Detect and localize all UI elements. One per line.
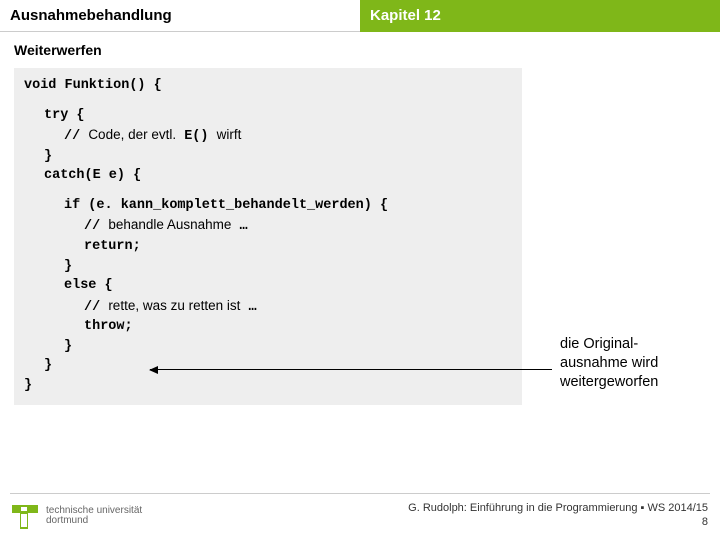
university-name-line: dortmund bbox=[46, 516, 142, 527]
code-fragment: // bbox=[64, 129, 88, 144]
code-line: } bbox=[24, 337, 512, 357]
university-name: technische universität dortmund bbox=[46, 506, 142, 527]
annotation-line: ausnahme wird bbox=[560, 354, 658, 373]
code-line: if (e. kann_komplett_behandelt_werden) { bbox=[24, 196, 512, 216]
annotation-text: die Original- ausnahme wird weitergeworf… bbox=[560, 335, 658, 392]
annotation-line: weitergeworfen bbox=[560, 373, 658, 392]
credit-line: G. Rudolph: Einführung in die Programmie… bbox=[408, 502, 708, 516]
code-line: } bbox=[24, 147, 512, 167]
code-fragment: … bbox=[231, 219, 247, 234]
code-fragment: behandle Ausnahme bbox=[108, 217, 231, 232]
annotation-arrow bbox=[150, 369, 552, 370]
code-fragment: // bbox=[84, 300, 108, 315]
footer-credit: G. Rudolph: Einführung in die Programmie… bbox=[408, 502, 708, 530]
header-right-chapter: Kapitel 12 bbox=[360, 0, 720, 32]
code-line: } bbox=[24, 356, 512, 376]
code-block: void Funktion() { try { // Code, der evt… bbox=[14, 68, 522, 405]
code-fragment: rette, was zu retten ist bbox=[108, 298, 240, 313]
code-line: // rette, was zu retten ist … bbox=[24, 296, 512, 318]
code-line: catch(E e) { bbox=[24, 166, 512, 186]
footer: technische universität dortmund G. Rudol… bbox=[0, 494, 720, 540]
code-fragment: Code, der evtl. bbox=[88, 127, 176, 142]
code-fragment: … bbox=[240, 300, 256, 315]
code-line: return; bbox=[24, 237, 512, 257]
code-line: void Funktion() { bbox=[24, 76, 512, 96]
code-line: } bbox=[24, 257, 512, 277]
tu-logo-icon bbox=[10, 501, 40, 531]
code-fragment: // bbox=[84, 219, 108, 234]
code-line: // Code, der evtl. E() wirft bbox=[24, 125, 512, 147]
university-logo: technische universität dortmund bbox=[10, 501, 142, 531]
code-line: } bbox=[24, 376, 512, 396]
code-fragment: E() bbox=[176, 129, 217, 144]
page-number: 8 bbox=[408, 516, 708, 530]
header-bar: Ausnahmebehandlung Kapitel 12 bbox=[0, 0, 720, 32]
header-left-title: Ausnahmebehandlung bbox=[0, 0, 360, 32]
code-line: // behandle Ausnahme … bbox=[24, 215, 512, 237]
code-line-throw: throw; bbox=[24, 317, 512, 337]
annotation-line: die Original- bbox=[560, 335, 658, 354]
slide-subtitle: Weiterwerfen bbox=[14, 42, 706, 58]
code-fragment: wirft bbox=[217, 127, 242, 142]
code-line: else { bbox=[24, 276, 512, 296]
code-line: try { bbox=[24, 106, 512, 126]
